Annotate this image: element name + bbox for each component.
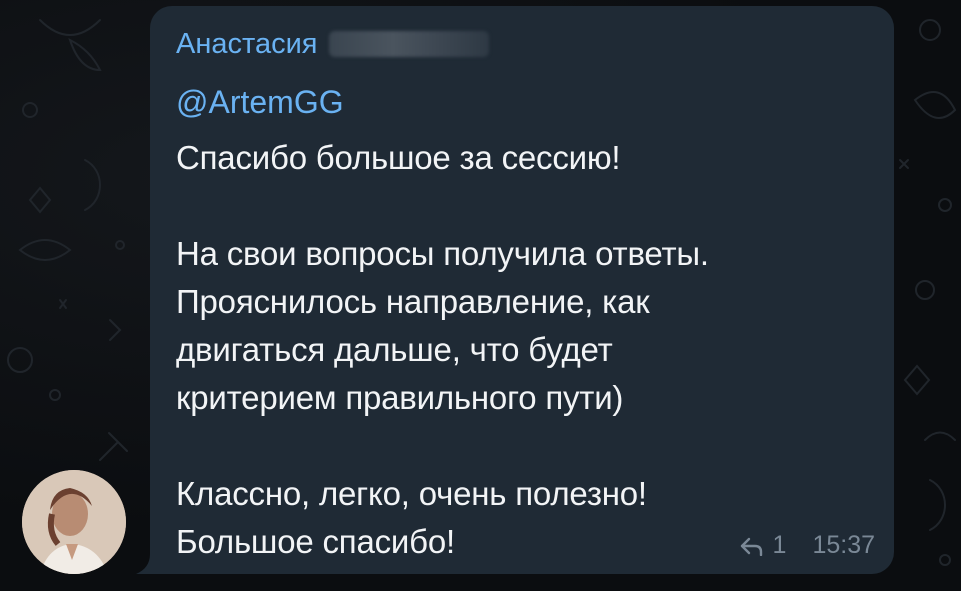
message-text: Спасибо большое за сессию! На свои вопро… [176,134,876,566]
message-line: двигаться дальше, что будет [176,331,613,368]
reply-count[interactable]: 1 [773,531,787,560]
message-line: Классно, легко, очень полезно! [176,475,647,512]
avatar-photo [22,470,126,574]
mention-link[interactable]: @ArtemGG [176,80,344,124]
message-line: критерием правильного пути) [176,379,624,416]
sender-avatar[interactable] [22,470,126,574]
message-line: На свои вопросы получила ответы. [176,235,709,272]
message-meta: 1 15:37 [739,531,875,560]
message-line: Прояснилось направление, как [176,283,650,320]
message-time: 15:37 [812,531,875,559]
chat-view: Анастасия @ArtemGG Спасибо большое за се… [0,0,961,591]
redacted-surname [329,31,490,57]
sender-name[interactable]: Анастасия [176,28,317,61]
message-line: Спасибо большое за сессию! [176,139,621,176]
sender-row: Анастасия [176,24,490,64]
reply-arrow-icon[interactable] [739,536,765,556]
